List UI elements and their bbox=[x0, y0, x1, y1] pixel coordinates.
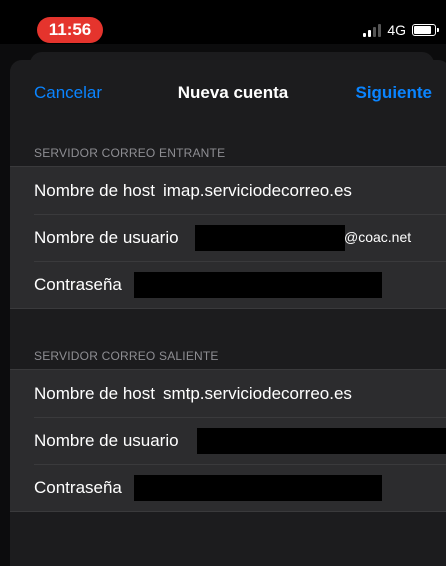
outgoing-host-field[interactable]: smtp.serviciodecorreo.es bbox=[163, 384, 352, 404]
incoming-user-label: Nombre de usuario bbox=[34, 227, 179, 247]
outgoing-host-label: Nombre de host bbox=[34, 383, 155, 403]
signal-icon bbox=[363, 23, 382, 37]
outgoing-host-row[interactable]: Nombre de host smtp.serviciodecorreo.es bbox=[10, 370, 446, 417]
status-bar: 11:56 4G bbox=[0, 0, 446, 44]
incoming-server-group: Nombre de host imap.serviciodecorreo.es … bbox=[10, 166, 446, 309]
battery-icon bbox=[412, 24, 439, 36]
incoming-password-row[interactable]: Contraseña bbox=[10, 261, 446, 308]
outgoing-server-group: Nombre de host smtp.serviciodecorreo.es … bbox=[10, 369, 446, 512]
incoming-host-field[interactable]: imap.serviciodecorreo.es bbox=[163, 181, 352, 201]
screen: 11:56 4G Cancelar Nueva cuenta Siguiente… bbox=[0, 0, 446, 566]
bottom-spacer bbox=[10, 512, 446, 566]
new-account-sheet: Cancelar Nueva cuenta Siguiente SERVIDOR… bbox=[10, 60, 446, 566]
incoming-password-field-redacted[interactable] bbox=[134, 272, 382, 298]
incoming-user-field-redacted[interactable] bbox=[195, 225, 345, 251]
outgoing-section-header: SERVIDOR CORREO SALIENTE bbox=[10, 309, 446, 369]
incoming-user-suffix: @coac.net bbox=[344, 229, 412, 245]
next-button[interactable]: Siguiente bbox=[355, 83, 432, 103]
incoming-host-label: Nombre de host bbox=[34, 180, 155, 200]
outgoing-user-field-redacted[interactable] bbox=[197, 428, 446, 454]
status-time: 11:56 bbox=[37, 17, 103, 43]
incoming-host-row[interactable]: Nombre de host imap.serviciodecorreo.es bbox=[10, 167, 446, 214]
incoming-section-header: SERVIDOR CORREO ENTRANTE bbox=[10, 124, 446, 166]
status-indicators: 4G bbox=[363, 20, 439, 40]
incoming-header-text: SERVIDOR CORREO ENTRANTE bbox=[34, 146, 226, 160]
outgoing-user-label: Nombre de usuario bbox=[34, 430, 179, 450]
nav-bar: Cancelar Nueva cuenta Siguiente bbox=[10, 60, 446, 124]
incoming-user-row[interactable]: Nombre de usuario @coac.net bbox=[10, 214, 446, 261]
incoming-password-label: Contraseña bbox=[34, 274, 122, 294]
outgoing-password-field-redacted[interactable] bbox=[134, 475, 382, 501]
outgoing-password-row[interactable]: Contraseña bbox=[10, 464, 446, 511]
outgoing-user-row[interactable]: Nombre de usuario bbox=[10, 417, 446, 464]
outgoing-header-text: SERVIDOR CORREO SALIENTE bbox=[34, 349, 219, 363]
outgoing-password-label: Contraseña bbox=[34, 477, 122, 497]
network-type: 4G bbox=[387, 22, 406, 38]
